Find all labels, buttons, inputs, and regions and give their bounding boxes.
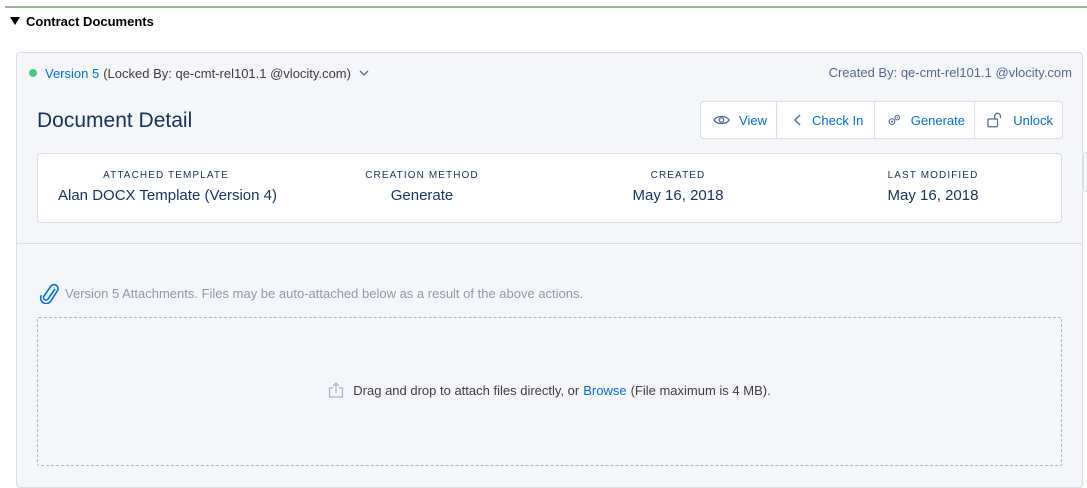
version-selector[interactable]: Version 5 (Locked By: qe-cmt-rel101.1 @v… <box>29 65 369 81</box>
field-value: Alan DOCX Template (Version 4) <box>58 187 277 204</box>
created-by-text: Created By: qe-cmt-rel101.1 @vlocity.com <box>828 65 1072 80</box>
action-button-group: View Check In Generate Unlock <box>700 101 1063 139</box>
view-button[interactable]: View <box>701 102 777 138</box>
attached-template-field: Attached Template Alan DOCX Template (Ve… <box>58 170 277 204</box>
dropzone-prefix-text: Drag and drop to attach files directly, … <box>353 382 580 398</box>
triangle-down-icon[interactable] <box>10 17 20 25</box>
view-button-label: View <box>739 112 767 128</box>
gears-icon <box>888 114 901 126</box>
unlock-button-label: Unlock <box>1013 112 1053 128</box>
field-label: Creation Method <box>365 170 479 181</box>
creation-method-field: Creation Method Generate <box>338 170 506 204</box>
attachments-caption: Version 5 Attachments. Files may be auto… <box>39 283 584 304</box>
document-card: Version 5 (Locked By: qe-cmt-rel101.1 @v… <box>16 52 1083 488</box>
upload-icon <box>329 382 344 398</box>
last-modified-field: Last Modified May 16, 2018 <box>864 170 1002 204</box>
field-label: Created <box>650 170 706 181</box>
check-in-button[interactable]: Check In <box>777 102 875 138</box>
chevron-down-icon[interactable] <box>359 68 369 78</box>
side-panel-handle[interactable] <box>1083 152 1087 192</box>
file-dropzone[interactable]: Drag and drop to attach files directly, … <box>37 317 1062 466</box>
paperclip-icon <box>39 283 59 304</box>
unlock-button[interactable]: Unlock <box>975 102 1062 138</box>
top-divider <box>5 6 1087 8</box>
chevron-left-icon <box>793 114 801 126</box>
section-header-toggle[interactable]: Contract Documents <box>10 12 154 30</box>
dropzone-message: Drag and drop to attach files directly, … <box>38 382 1061 398</box>
generate-button[interactable]: Generate <box>875 102 975 138</box>
document-detail-fields: Attached Template Alan DOCX Template (Ve… <box>37 153 1062 223</box>
unlock-icon <box>987 112 1002 128</box>
generate-button-label: Generate <box>910 112 965 128</box>
created-field: Created May 16, 2018 <box>608 170 748 204</box>
document-detail-title: Document Detail <box>37 109 193 132</box>
field-value: Generate <box>390 187 454 204</box>
browse-link[interactable]: Browse <box>583 383 626 398</box>
field-label: Last Modified <box>887 170 979 181</box>
locked-by-text: (Locked By: qe-cmt-rel101.1 @vlocity.com… <box>103 65 351 81</box>
card-divider <box>17 243 1082 244</box>
check-in-button-label: Check In <box>812 112 864 128</box>
eye-icon <box>713 115 730 125</box>
field-value: May 16, 2018 <box>887 187 979 204</box>
attachments-caption-text: Version 5 Attachments. Files may be auto… <box>65 285 584 301</box>
field-label: Attached Template <box>103 170 229 181</box>
field-value: May 16, 2018 <box>632 187 724 204</box>
section-title: Contract Documents <box>26 13 154 29</box>
dropzone-suffix-text: (File maximum is 4 MB). <box>630 382 771 398</box>
status-dot-icon <box>29 69 37 77</box>
version-link[interactable]: Version 5 <box>45 66 99 81</box>
